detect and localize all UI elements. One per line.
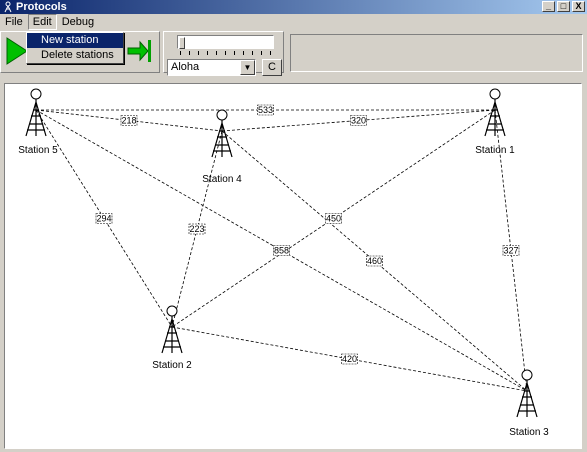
app-icon	[4, 1, 12, 13]
svg-text:460: 460	[367, 256, 382, 266]
antenna-icon	[489, 88, 501, 100]
status-panel	[290, 34, 583, 72]
svg-text:450: 450	[326, 214, 341, 224]
slider-ticks	[180, 51, 272, 55]
station-s3[interactable]: Station 3	[509, 369, 549, 438]
link-weight-label: 460	[366, 255, 383, 267]
link-weight-label: 450	[325, 213, 342, 224]
protocol-select[interactable]: Aloha ▼	[167, 59, 256, 76]
link-weight-label: 223	[188, 223, 206, 235]
window-title: Protocols	[16, 1, 67, 13]
step-forward-icon[interactable]	[126, 36, 152, 66]
link-weight-label: 218	[120, 115, 138, 126]
speed-slider[interactable]	[177, 35, 274, 49]
menu-item-new-station[interactable]: New station	[27, 33, 123, 48]
station-label: Station 1	[475, 145, 515, 156]
menu-edit[interactable]: Edit	[27, 14, 57, 30]
svg-text:218: 218	[121, 116, 136, 126]
station-label: Station 3	[509, 427, 549, 438]
maximize-button[interactable]: □	[557, 1, 570, 12]
network-graph[interactable]: 533 218 320 294 223 858 450 460 327 420 Station 5 S…	[5, 84, 581, 448]
edit-menu-dropdown: New station Delete stations	[26, 32, 124, 64]
svg-text:420: 420	[342, 354, 357, 364]
protocols-window: Protocols _ □ X File Edit Debug Aloha ▼ …	[0, 0, 587, 452]
menu-debug[interactable]: Debug	[57, 14, 99, 30]
slider-thumb[interactable]	[179, 37, 185, 49]
chevron-down-icon[interactable]: ▼	[240, 60, 255, 75]
menu-file[interactable]: File	[0, 14, 28, 30]
speed-group: Aloha ▼ C	[163, 31, 284, 76]
svg-text:327: 327	[503, 246, 518, 256]
tower-icon	[161, 316, 183, 354]
station-s2[interactable]: Station 2	[152, 305, 192, 371]
protocol-select-value: Aloha	[171, 61, 200, 73]
link-weight-label: 327	[502, 245, 520, 256]
svg-text:320: 320	[351, 116, 366, 126]
station-s5[interactable]: Station 5	[18, 88, 58, 156]
network-canvas[interactable]: 533 218 320 294 223 858 450 460 327 420 Station 5 S…	[4, 83, 582, 449]
antenna-icon	[166, 305, 178, 317]
station-s1[interactable]: Station 1	[475, 88, 515, 156]
svg-text:223: 223	[189, 224, 204, 234]
title-bar: Protocols _ □ X	[0, 0, 587, 14]
antenna-icon	[30, 88, 42, 100]
station-label: Station 4	[202, 174, 242, 185]
menu-item-delete-stations[interactable]: Delete stations	[27, 48, 123, 63]
antenna-icon	[216, 109, 228, 121]
link-weight-label: 858	[273, 245, 290, 256]
station-s4[interactable]: Station 4	[202, 109, 242, 185]
c-button[interactable]: C	[262, 59, 282, 76]
station-label: Station 5	[18, 145, 58, 156]
minimize-button[interactable]: _	[542, 1, 555, 12]
tower-icon	[25, 99, 47, 137]
link-weight-label: 533	[257, 104, 274, 116]
menu-bar: File Edit Debug	[0, 14, 587, 31]
link-weight-label: 420	[341, 353, 358, 365]
svg-text:294: 294	[96, 214, 111, 224]
tower-icon	[211, 120, 233, 158]
link-weight-label: 320	[350, 115, 367, 126]
link-weight-label: 294	[95, 213, 113, 224]
tower-icon	[484, 99, 506, 137]
antenna-icon	[521, 369, 533, 381]
svg-text:533: 533	[258, 105, 273, 115]
svg-text:858: 858	[274, 246, 289, 256]
close-button[interactable]: X	[572, 1, 585, 12]
station-label: Station 2	[152, 360, 192, 371]
